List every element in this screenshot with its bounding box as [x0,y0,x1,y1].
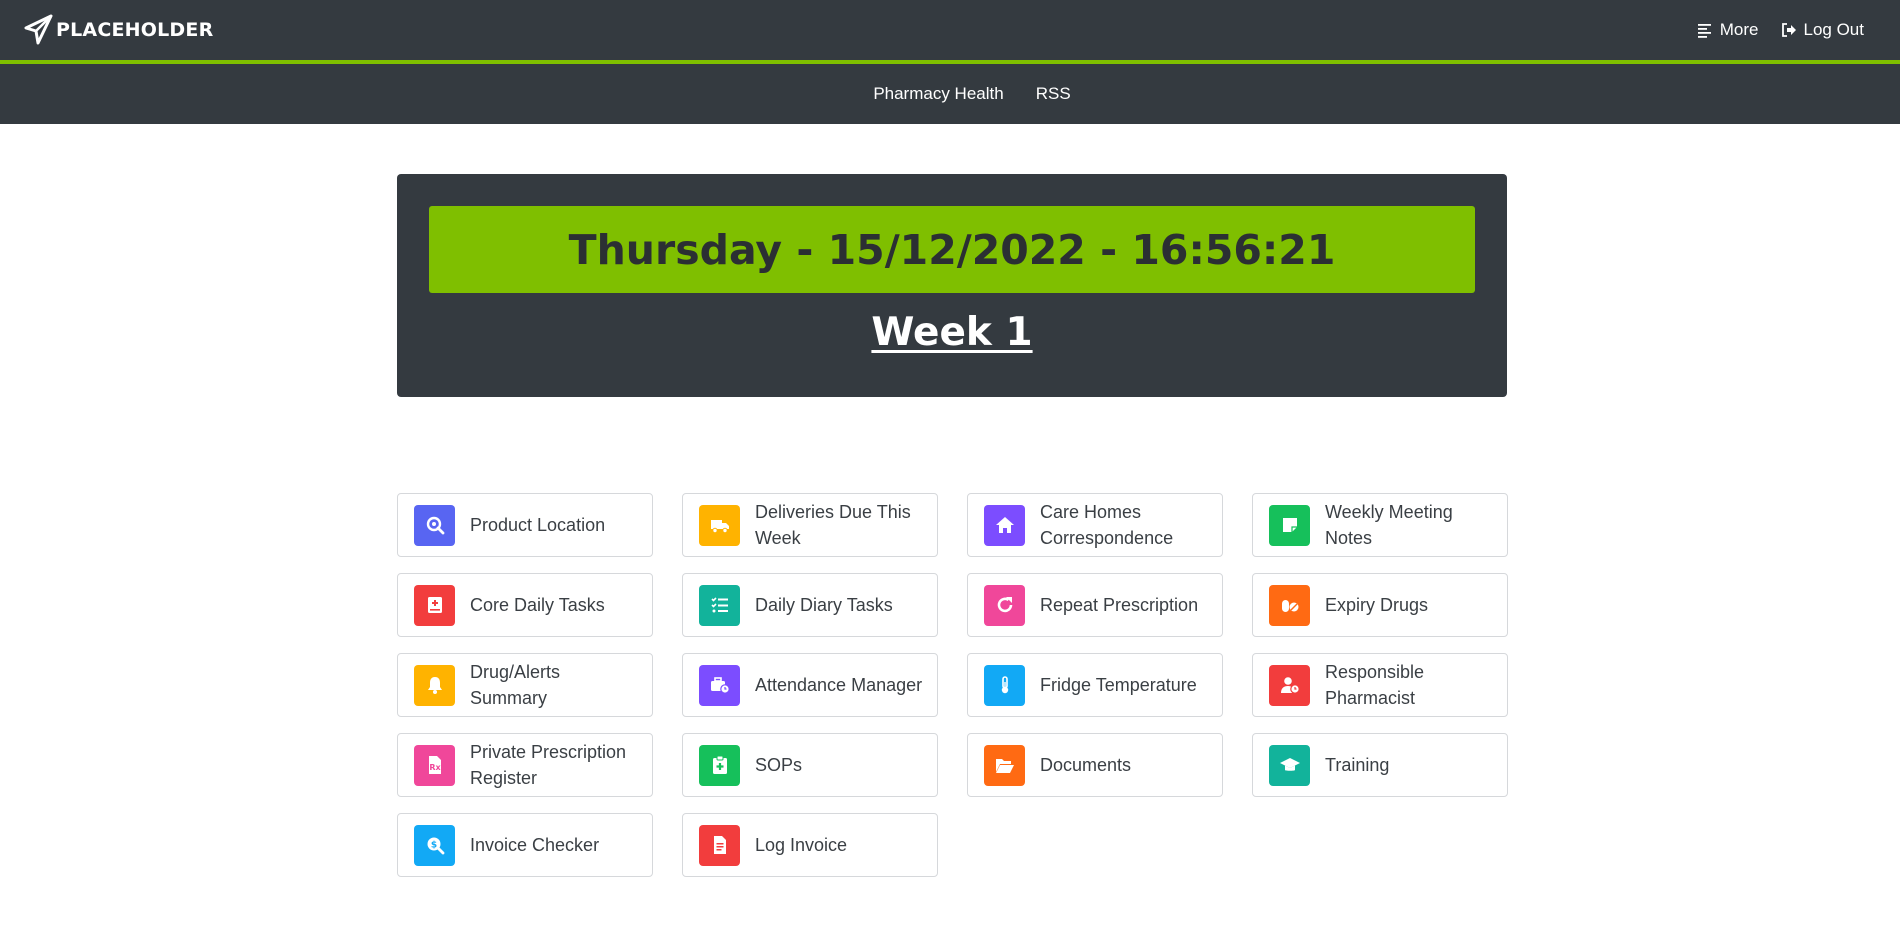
tile-expiry-drugs[interactable]: Expiry Drugs [1252,573,1508,637]
tile-label: Log Invoice [755,835,848,855]
tile-label: Private Prescription Register [470,742,627,788]
tile-label: Fridge Temperature [1040,675,1197,695]
nav-rss[interactable]: RSS [1036,84,1071,104]
tile-deliveries-due-this-week[interactable]: Deliveries Due This Week [682,493,938,557]
prescription-icon: Rx [414,744,455,786]
tile-label: Attendance Manager [755,675,923,695]
brand-logo[interactable]: PLACEHOLDER [24,14,213,46]
tile-label: Product Location [470,515,606,535]
tile-label: Responsible Pharmacist [1325,662,1425,708]
tile-core-daily-tasks[interactable]: Core Daily Tasks [397,573,653,637]
tile-fridge-temperature[interactable]: Fridge Temperature [967,653,1223,717]
tile-label: Training [1325,755,1390,775]
tile-label: Documents [1040,755,1132,775]
logout-label: Log Out [1803,20,1865,39]
secondary-navbar: Pharmacy Health RSS [0,64,1900,124]
tile-attendance-manager[interactable]: Attendance Manager [682,653,938,717]
clipboard-medical-icon [699,744,740,786]
tile-label: Invoice Checker [470,835,600,855]
tile-label: Weekly Meeting Notes [1325,502,1453,548]
pills-icon [1269,584,1310,626]
more-label: More [1719,20,1759,39]
paper-plane-logo-icon [24,14,53,45]
tile-log-invoice[interactable]: Log Invoice [682,813,938,877]
tile-label: Drug/Alerts Summary [470,662,561,708]
date-panel: Thursday - 15/12/2022 - 16:56:21 Week 1 [397,174,1507,397]
redo-icon [984,584,1025,626]
invoice-icon [699,824,740,866]
week-label: Week 1 [871,310,1033,355]
tile-label: Daily Diary Tasks [755,595,893,615]
tile-care-homes-correspondence[interactable]: Care Homes Correspondence [967,493,1223,557]
folder-open-icon [984,744,1025,786]
tile-sops[interactable]: SOPs [682,733,938,797]
svg-text:Rx: Rx [429,763,441,772]
tile-label: Expiry Drugs [1325,595,1429,615]
tile-drug-alerts-summary[interactable]: Drug/Alerts Summary [397,653,653,717]
current-datetime: Thursday - 15/12/2022 - 16:56:21 [429,206,1475,293]
tile-responsible-pharmacist[interactable]: Responsible Pharmacist [1252,653,1508,717]
checklist-icon [699,584,740,626]
sticky-note-icon [1269,504,1310,546]
logout-button[interactable]: Log Out [1781,20,1865,40]
truck-icon [699,504,740,546]
medical-book-icon [414,584,455,626]
search-location-icon [414,504,455,546]
bell-icon [414,664,455,706]
svg-text:$: $ [430,841,436,851]
align-left-icon [1697,24,1711,38]
tile-label: Care Homes Correspondence [1040,502,1174,548]
nav-pharmacy-health[interactable]: Pharmacy Health [873,84,1003,104]
more-menu-button[interactable]: More [1697,20,1759,40]
brand-name: PLACEHOLDER [56,19,214,41]
sign-out-icon [1781,23,1796,37]
module-tiles-grid: Product Location Deliveries Due This Week… [397,493,1508,877]
tile-training[interactable]: Training [1252,733,1508,797]
tile-product-location[interactable]: Product Location [397,493,653,557]
briefcase-clock-icon [699,664,740,706]
tile-documents[interactable]: Documents [967,733,1223,797]
home-icon [984,504,1025,546]
tile-label: Repeat Prescription [1040,595,1199,615]
tile-weekly-meeting-notes[interactable]: Weekly Meeting Notes [1252,493,1508,557]
tile-invoice-checker[interactable]: $ Invoice Checker [397,813,653,877]
tile-label: Deliveries Due This Week [755,502,911,548]
tile-private-prescription-register[interactable]: Rx Private Prescription Register [397,733,653,797]
tile-label: SOPs [755,755,803,775]
tile-label: Core Daily Tasks [470,595,605,615]
graduation-cap-icon [1269,744,1310,786]
top-navbar: PLACEHOLDER More Log Out [0,0,1900,64]
tile-repeat-prescription[interactable]: Repeat Prescription [967,573,1223,637]
user-clock-icon [1269,664,1310,706]
thermometer-icon [984,664,1025,706]
tile-daily-diary-tasks[interactable]: Daily Diary Tasks [682,573,938,637]
search-dollar-icon: $ [414,824,455,866]
top-actions: More Log Out [1697,0,1864,60]
